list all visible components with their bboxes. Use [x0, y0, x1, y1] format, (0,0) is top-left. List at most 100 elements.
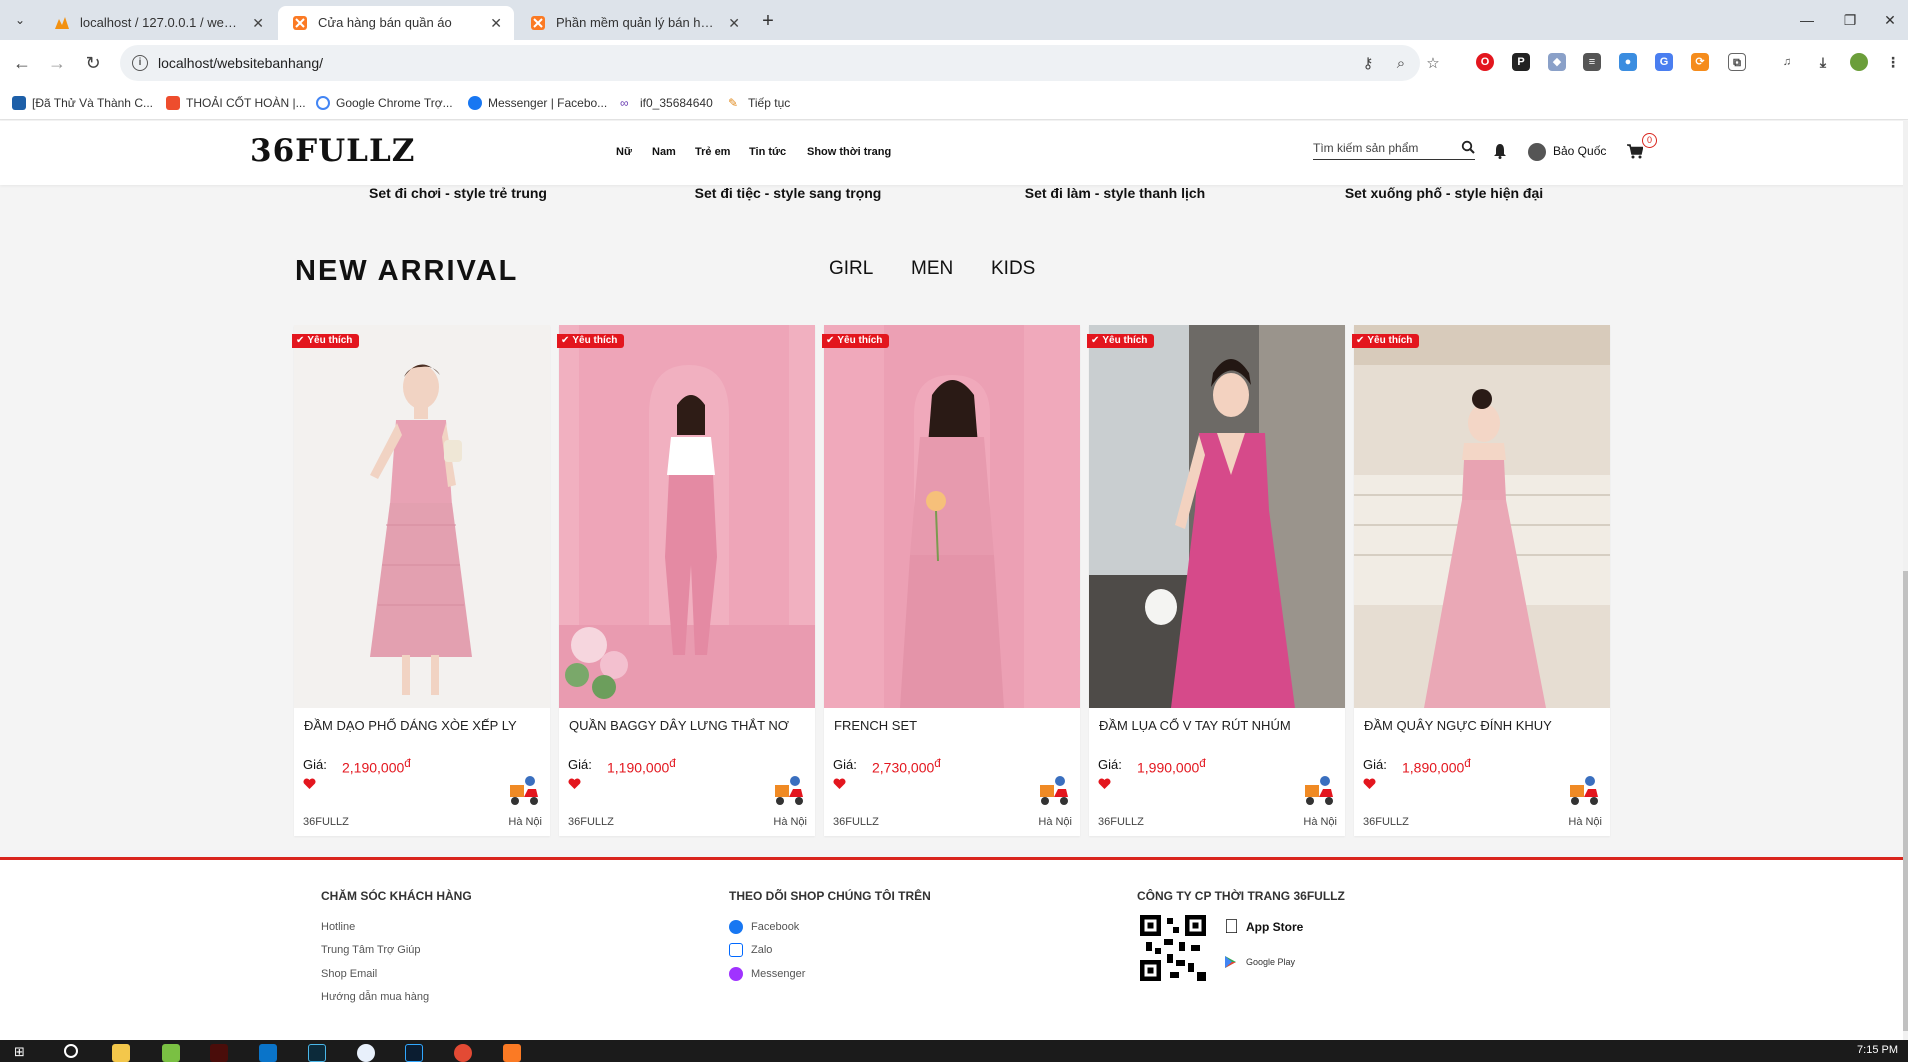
extension-icon[interactable]: ≡ [1583, 53, 1601, 71]
bookmark-item[interactable]: Messenger | Facebo... [468, 86, 607, 120]
footer-link-facebook[interactable]: Facebook [729, 920, 799, 934]
style-set-caption[interactable]: Set đi tiệc - style sang trọng [628, 185, 948, 201]
nav-item-nam[interactable]: Nam [652, 146, 676, 158]
product-card[interactable]: ✔ Yêu thích ĐẦM DẠO PHỐ DÁNG XÒE XẾP LY G… [292, 325, 550, 836]
bookmark-item[interactable]: ∞ if0_35684640 [620, 86, 713, 120]
bell-icon[interactable] [1493, 143, 1507, 159]
bookmark-item[interactable]: THOẢI CỐT HOÀN |... [166, 86, 306, 120]
footer-link-zalo[interactable]: Zalo [729, 943, 772, 957]
opera-extension-icon[interactable]: O [1476, 53, 1494, 71]
nav-item-tre-em[interactable]: Trẻ em [695, 146, 730, 158]
footer-link-purchase-guide[interactable]: Hướng dẫn mua hàng [321, 991, 429, 1003]
heart-icon[interactable] [568, 778, 581, 790]
close-window-button[interactable]: ✕ [1875, 8, 1905, 32]
bookmark-item[interactable]: Google Chrome Trợ... [316, 86, 453, 120]
footer-link-messenger[interactable]: Messenger [729, 967, 805, 981]
product-card[interactable]: ✔ Yêu thích FRENCH SET Giá: 2,730,000đ 36… [822, 325, 1080, 836]
key-icon[interactable]: ⚷ [1358, 54, 1378, 74]
tab-search-icon[interactable]: ⌄ [10, 10, 30, 30]
zalo-icon[interactable] [357, 1044, 375, 1062]
product-photo[interactable] [559, 325, 815, 708]
style-set-caption[interactable]: Set đi làm - style thanh lịch [955, 185, 1275, 201]
product-name[interactable]: ĐẦM QUÂY NGỰC ĐÍNH KHUY [1364, 718, 1552, 733]
nav-item-show-thoi-trang[interactable]: Show thời trang [807, 146, 891, 158]
tab-men[interactable]: MEN [911, 258, 953, 280]
close-icon[interactable]: ✕ [490, 6, 502, 40]
footer-link-shop-email[interactable]: Shop Email [321, 968, 377, 980]
extensions-puzzle-icon[interactable]: ⧉ [1728, 53, 1746, 71]
search-input[interactable] [1313, 138, 1453, 155]
heart-icon[interactable] [303, 778, 316, 790]
extension-icon[interactable]: P [1512, 53, 1530, 71]
avatar[interactable] [1528, 143, 1546, 161]
nav-item-tin-tuc[interactable]: Tin tức [749, 146, 786, 158]
search-icon[interactable] [64, 1044, 78, 1058]
scrollbar-thumb[interactable] [1903, 571, 1908, 1031]
product-card[interactable]: ✔ Yêu thích QUẦN BAGGY DÂY LƯNG THẮT NƠ G… [557, 325, 815, 836]
xampp-icon[interactable] [503, 1044, 521, 1062]
forward-button[interactable]: → [45, 51, 69, 75]
url-text[interactable]: localhost/websitebanhang/ [158, 45, 323, 81]
product-name[interactable]: ĐẦM DẠO PHỐ DÁNG XÒE XẾP LY [304, 718, 517, 733]
download-icon[interactable]: ⤓ [1814, 53, 1832, 71]
new-tab-button[interactable]: + [755, 8, 781, 34]
page-scrollbar[interactable] [1903, 121, 1908, 1040]
footer-link-hotline[interactable]: Hotline [321, 921, 355, 933]
profile-avatar[interactable] [1850, 53, 1868, 71]
product-name[interactable]: ĐẦM LỤA CỔ V TAY RÚT NHÚM [1099, 718, 1291, 733]
site-info-icon[interactable]: i [132, 55, 148, 71]
close-icon[interactable]: ✕ [728, 6, 740, 40]
app-icon[interactable] [162, 1044, 180, 1062]
product-photo[interactable] [1089, 325, 1345, 708]
close-icon[interactable]: ✕ [252, 6, 264, 40]
photoshop-icon[interactable] [405, 1044, 423, 1062]
product-name[interactable]: QUẦN BAGGY DÂY LƯNG THẮT NƠ [569, 718, 789, 733]
media-icon[interactable]: ♫ [1778, 53, 1796, 71]
windows-start-icon[interactable]: ⊞ [14, 1044, 32, 1062]
zoom-icon[interactable]: ⌕ [1391, 54, 1411, 74]
extension-icon[interactable]: ⟳ [1691, 53, 1709, 71]
extension-icon[interactable]: ● [1619, 53, 1637, 71]
style-set-caption[interactable]: Set đi chơi - style trẻ trung [298, 185, 618, 201]
heart-icon[interactable] [833, 778, 846, 790]
bookmark-star-icon[interactable]: ☆ [1423, 54, 1443, 74]
product-name[interactable]: FRENCH SET [834, 718, 917, 733]
google-play-badge[interactable]: Google Play [1224, 956, 1295, 968]
app-store-badge[interactable]:  App Store [1224, 916, 1303, 938]
style-set-caption[interactable]: Set xuống phố - style hiện đại [1284, 185, 1604, 201]
heart-icon[interactable] [1098, 778, 1111, 790]
product-photo[interactable] [294, 325, 550, 708]
bookmark-item[interactable]: ✎ Tiếp tục [728, 86, 790, 120]
minimize-button[interactable]: — [1792, 8, 1822, 32]
file-explorer-icon[interactable] [112, 1044, 130, 1062]
site-logo[interactable]: 36FULLZ [250, 133, 415, 169]
browser-menu-icon[interactable]: ⋮ [1884, 53, 1902, 71]
lightroom-icon[interactable] [308, 1044, 326, 1062]
product-card[interactable]: ✔ Yêu thích ĐẦM QUÂY NGỰC ĐÍNH KHUY Giá: … [1352, 325, 1610, 836]
reload-button[interactable]: ↻ [81, 51, 105, 75]
tab-girl[interactable]: GIRL [829, 258, 873, 280]
address-bar[interactable]: i localhost/websitebanhang/ ⚷ ⌕ ☆ [120, 45, 1440, 81]
heart-icon[interactable] [1363, 778, 1376, 790]
vscode-icon[interactable] [259, 1044, 277, 1062]
qr-code-icon[interactable] [1137, 912, 1209, 984]
username[interactable]: Bảo Quốc [1553, 144, 1606, 158]
footer-link-help-center[interactable]: Trung Tâm Trợ Giúp [321, 944, 421, 956]
tab-shop[interactable]: Cửa hàng bán quần áo ✕ [278, 6, 514, 40]
product-photo[interactable] [824, 325, 1080, 708]
illustrator-icon[interactable] [210, 1044, 228, 1062]
search-icon[interactable] [1461, 140, 1475, 154]
back-button[interactable]: ← [10, 51, 34, 75]
tab-phpmyadmin[interactable]: localhost / 127.0.0.1 / web_ban ✕ [40, 6, 276, 40]
chrome-icon[interactable] [454, 1044, 472, 1062]
tab-admin[interactable]: Phần mềm quản lý bán hàng ✕ [516, 6, 752, 40]
bookmark-item[interactable]: [Đã Thử Và Thành C... [12, 86, 153, 120]
product-photo[interactable] [1354, 325, 1610, 708]
tab-kids[interactable]: KIDS [991, 258, 1035, 280]
product-card[interactable]: ✔ Yêu thích ĐẦM LỤA CỔ V TAY RÚT NHÚM Giá… [1087, 325, 1345, 836]
translate-extension-icon[interactable]: G [1655, 53, 1673, 71]
cart-icon[interactable] [1627, 143, 1643, 159]
restore-button[interactable]: ❐ [1835, 8, 1865, 32]
nav-item-nu[interactable]: Nữ [616, 146, 632, 158]
shield-extension-icon[interactable]: ◆ [1548, 53, 1566, 71]
